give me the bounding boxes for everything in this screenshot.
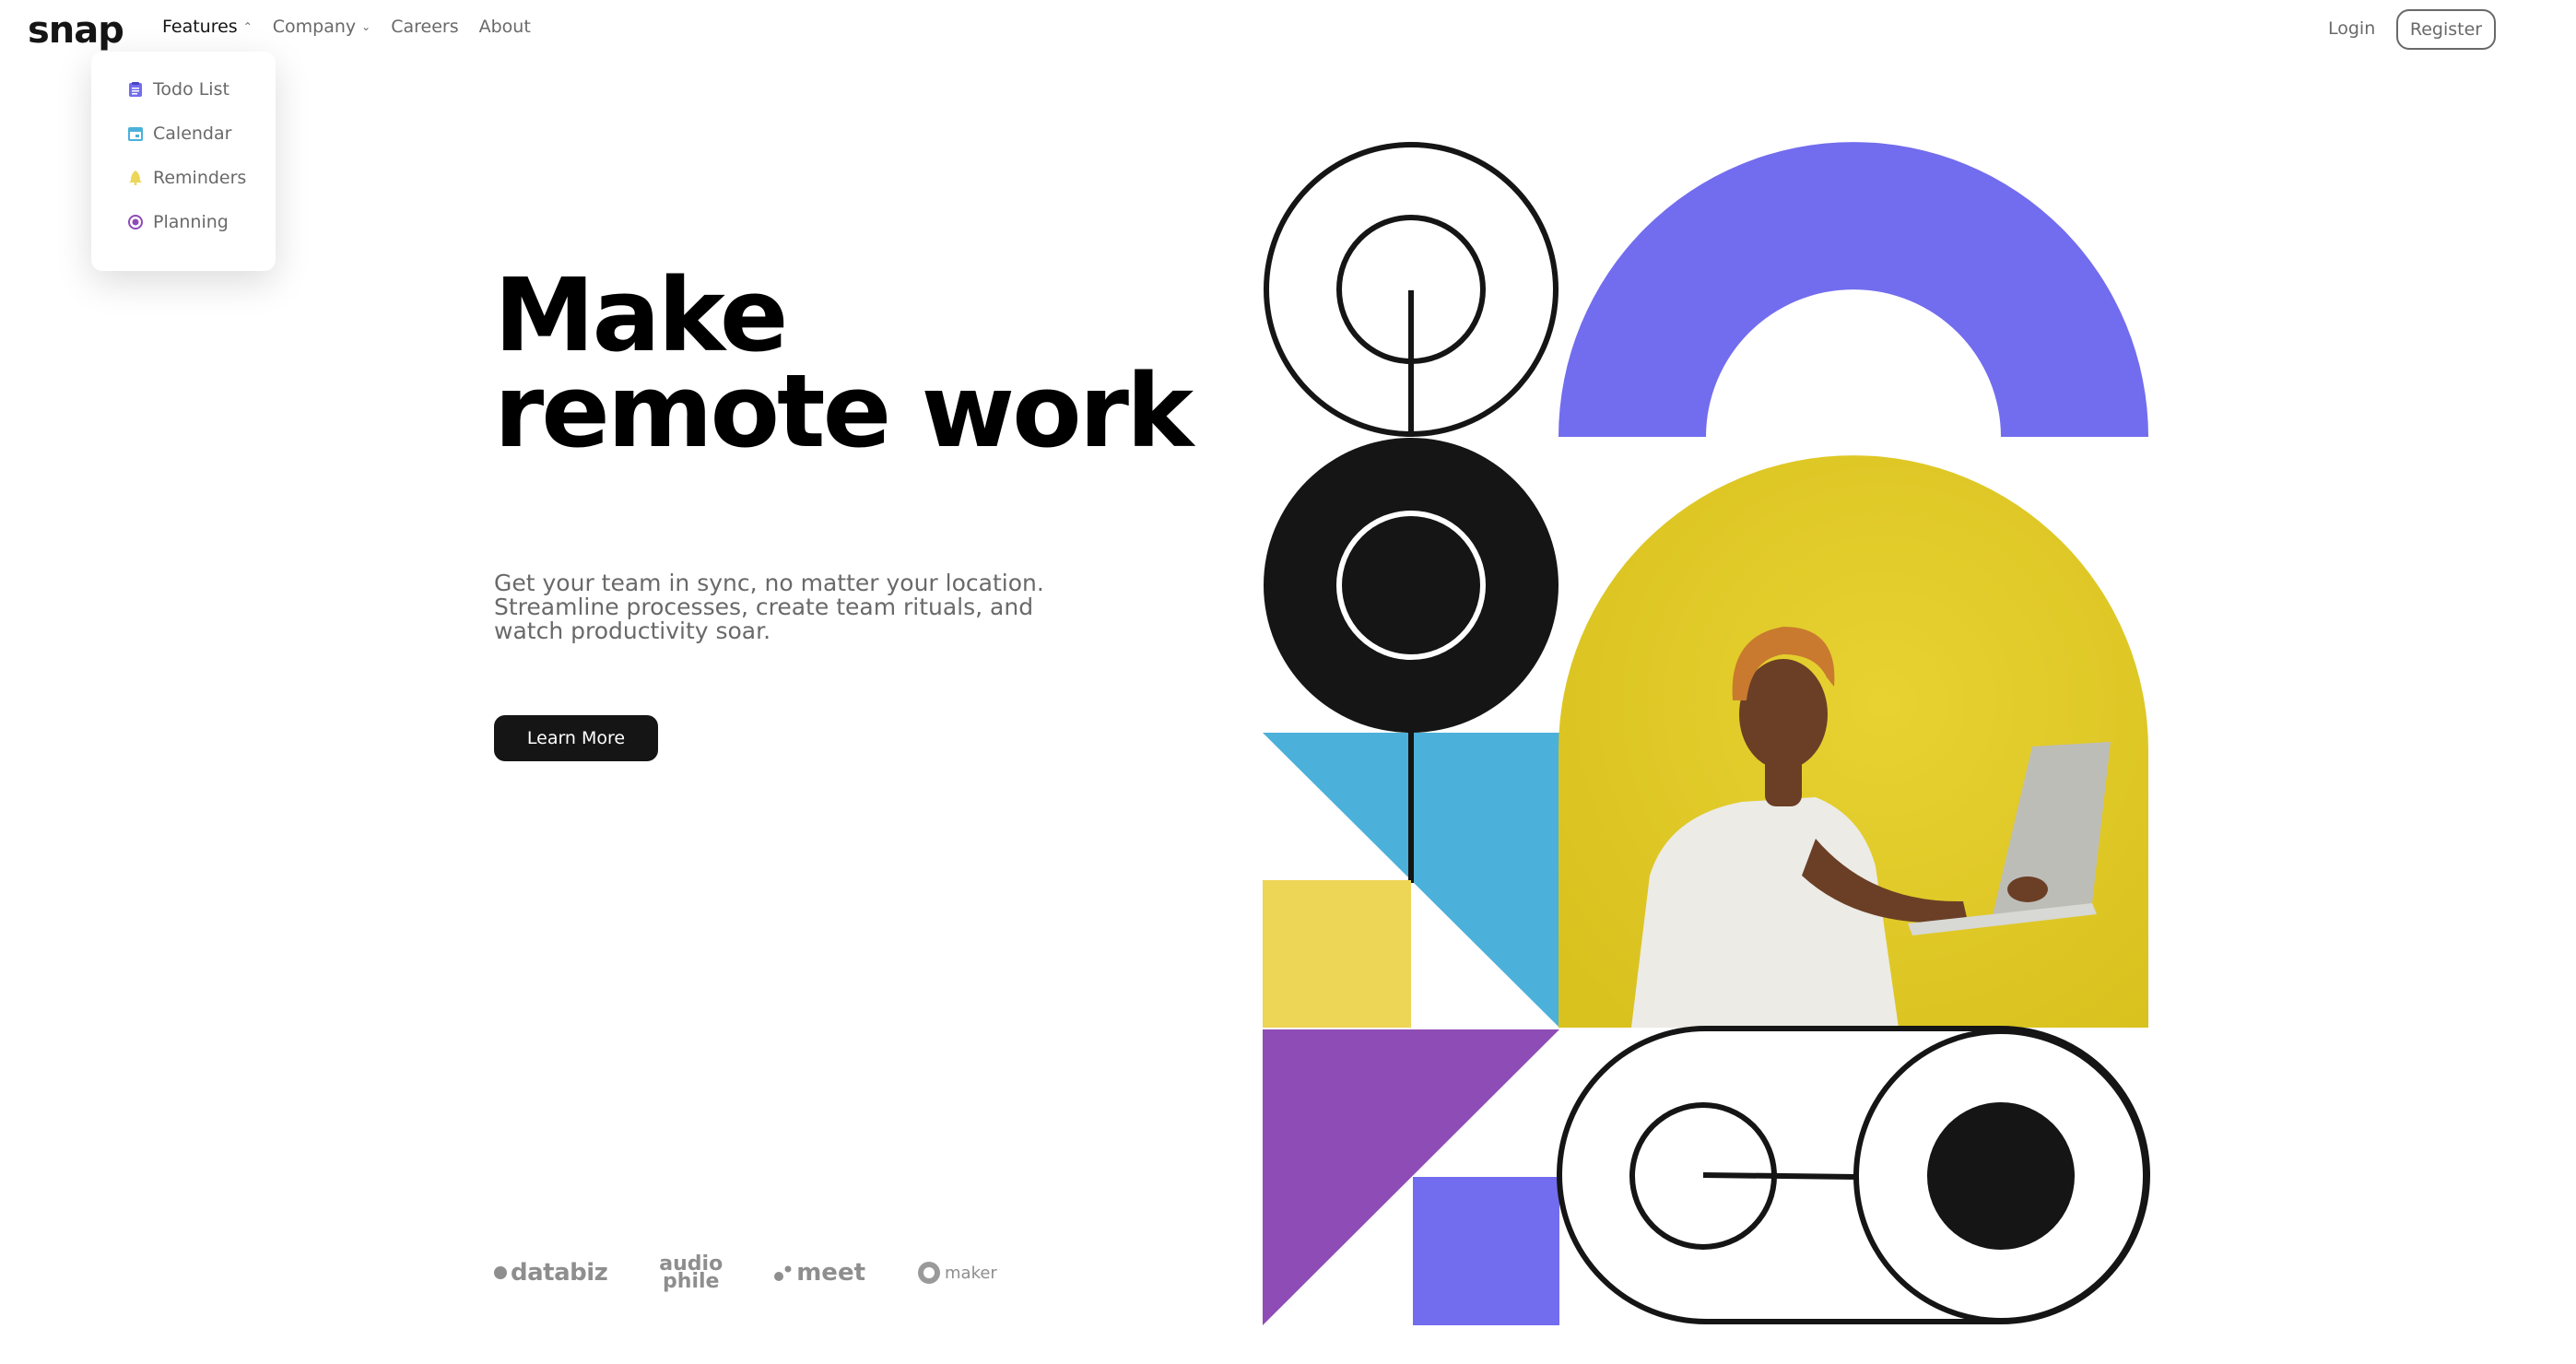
register-button[interactable]: Register (2396, 9, 2496, 50)
maker-logo-text: maker (945, 1263, 997, 1283)
menu-item-label: Planning (153, 212, 229, 232)
reminders-icon (128, 170, 143, 185)
nav-careers[interactable]: Careers (391, 17, 458, 37)
chevron-up-icon: ⌃ (242, 20, 253, 33)
black-circle-shape (1264, 438, 1559, 733)
hero-title-line-1: Make (494, 256, 789, 374)
hero-illustration (1263, 142, 2150, 1325)
menu-item-label: Reminders (153, 168, 247, 188)
menu-item-planning[interactable]: Planning (128, 212, 229, 232)
menu-item-reminders[interactable]: Reminders (128, 168, 246, 188)
login-link[interactable]: Login (2328, 18, 2375, 39)
audiophile-logo: audio phile (659, 1254, 723, 1293)
hero-title: Make remote work (494, 256, 1194, 470)
meet-logo: meet (774, 1259, 865, 1287)
outline-circle-shape (1264, 142, 1559, 437)
hero-title-line-2: remote work (494, 352, 1194, 470)
databiz-logo: databiz (494, 1259, 608, 1287)
chevron-down-icon: ⌄ (361, 20, 371, 33)
capsule-shape (1557, 1026, 2150, 1324)
purple-arch-shape (1559, 142, 2148, 438)
yellow-square-shape (1263, 880, 1411, 1028)
client-logos: databiz audio phile meet maker (494, 1254, 1049, 1293)
meet-logo-text: meet (796, 1259, 866, 1287)
maker-logo: maker (917, 1261, 997, 1285)
menu-item-label: Calendar (153, 123, 232, 144)
planning-icon (128, 215, 143, 229)
calendar-icon (128, 126, 143, 141)
main-nav: Features ⌃ Company ⌄ Careers About (162, 17, 551, 37)
audiophile-logo-bottom: phile (663, 1270, 720, 1293)
nav-company-label: Company (272, 17, 357, 37)
hero-description: Get your team in sync, no matter your lo… (494, 570, 1044, 644)
nav-about[interactable]: About (479, 17, 531, 37)
menu-item-label: Todo List (153, 79, 229, 100)
logo[interactable]: snap (28, 9, 124, 52)
learn-more-button[interactable]: Learn More (494, 715, 658, 761)
nav-features[interactable]: Features ⌃ (162, 17, 253, 37)
purple-square-shape (1413, 1177, 1559, 1325)
nav-company[interactable]: Company ⌄ (273, 17, 371, 37)
nav-features-label: Features (162, 17, 238, 37)
features-dropdown: Todo List Calendar Reminders Planning (91, 52, 276, 271)
hero-photo (1559, 455, 2148, 1028)
todo-icon (128, 82, 143, 97)
databiz-logo-text: databiz (511, 1259, 608, 1287)
menu-item-todo-list[interactable]: Todo List (128, 79, 229, 100)
menu-item-calendar[interactable]: Calendar (128, 123, 231, 144)
